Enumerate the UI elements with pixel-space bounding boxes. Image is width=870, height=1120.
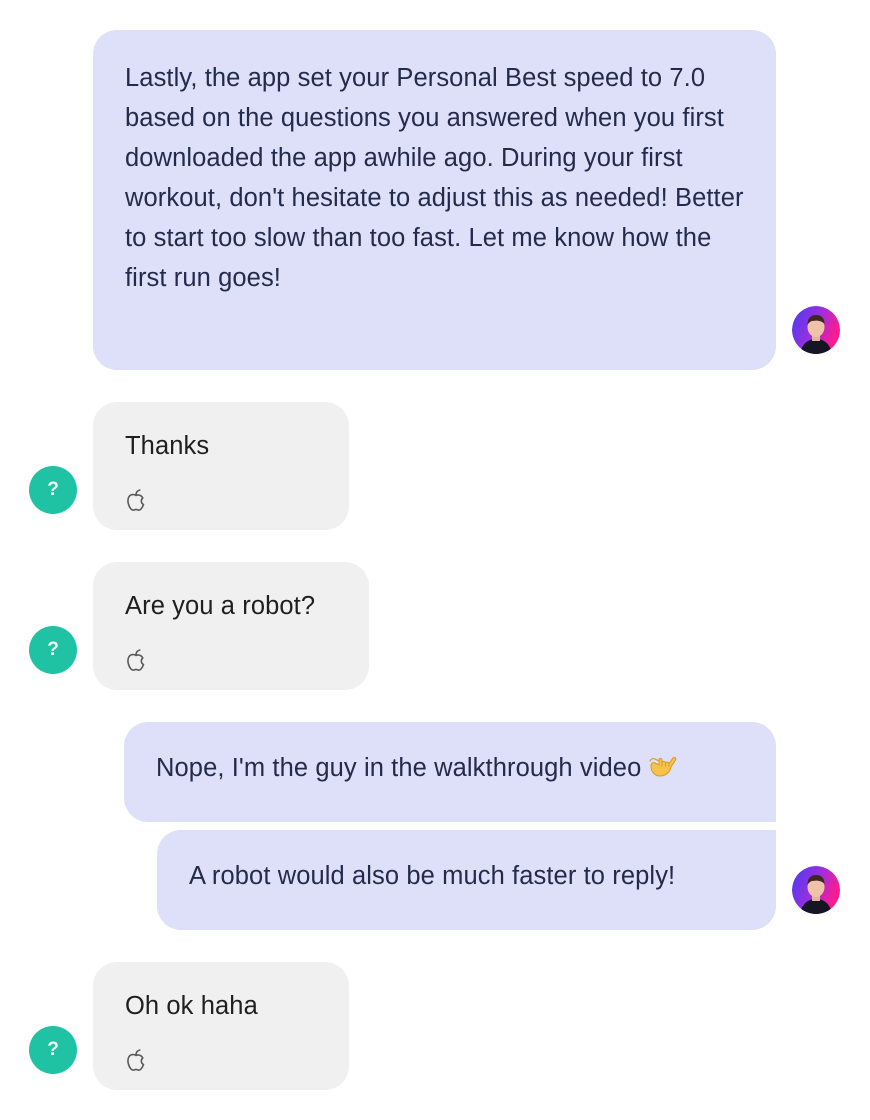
apple-icon: [125, 644, 147, 671]
message-text: Lastly, the app set your Personal Best s…: [125, 64, 744, 292]
message-bubble-agent: Nope, I'm the guy in the walkthrough vid…: [124, 722, 776, 822]
message-text: Nope, I'm the guy in the walkthrough vid…: [156, 754, 642, 782]
user-avatar[interactable]: ?: [29, 626, 77, 674]
message-text: Are you a robot?: [125, 592, 316, 620]
agent-avatar[interactable]: [792, 866, 840, 914]
apple-icon: [125, 1044, 147, 1071]
apple-icon: [125, 484, 147, 511]
message-text: A robot would also be much faster to rep…: [189, 862, 676, 890]
user-avatar[interactable]: ?: [29, 466, 77, 514]
message-bubble-user: Oh ok haha: [93, 962, 349, 1090]
user-avatar[interactable]: ?: [29, 1026, 77, 1074]
user-avatar-glyph: ?: [47, 639, 59, 660]
message-text: Thanks: [125, 432, 210, 460]
user-avatar-glyph: ?: [47, 1039, 59, 1060]
message-bubble-user: Are you a robot?: [93, 562, 369, 690]
call-me-hand-emoji: [647, 752, 677, 792]
message-bubble-agent: A robot would also be much faster to rep…: [157, 830, 776, 930]
agent-avatar[interactable]: [792, 306, 840, 354]
message-bubble-agent: Lastly, the app set your Personal Best s…: [93, 30, 776, 370]
message-bubble-user: Thanks: [93, 402, 349, 530]
message-text: Oh ok haha: [125, 992, 258, 1020]
user-avatar-glyph: ?: [47, 479, 59, 500]
